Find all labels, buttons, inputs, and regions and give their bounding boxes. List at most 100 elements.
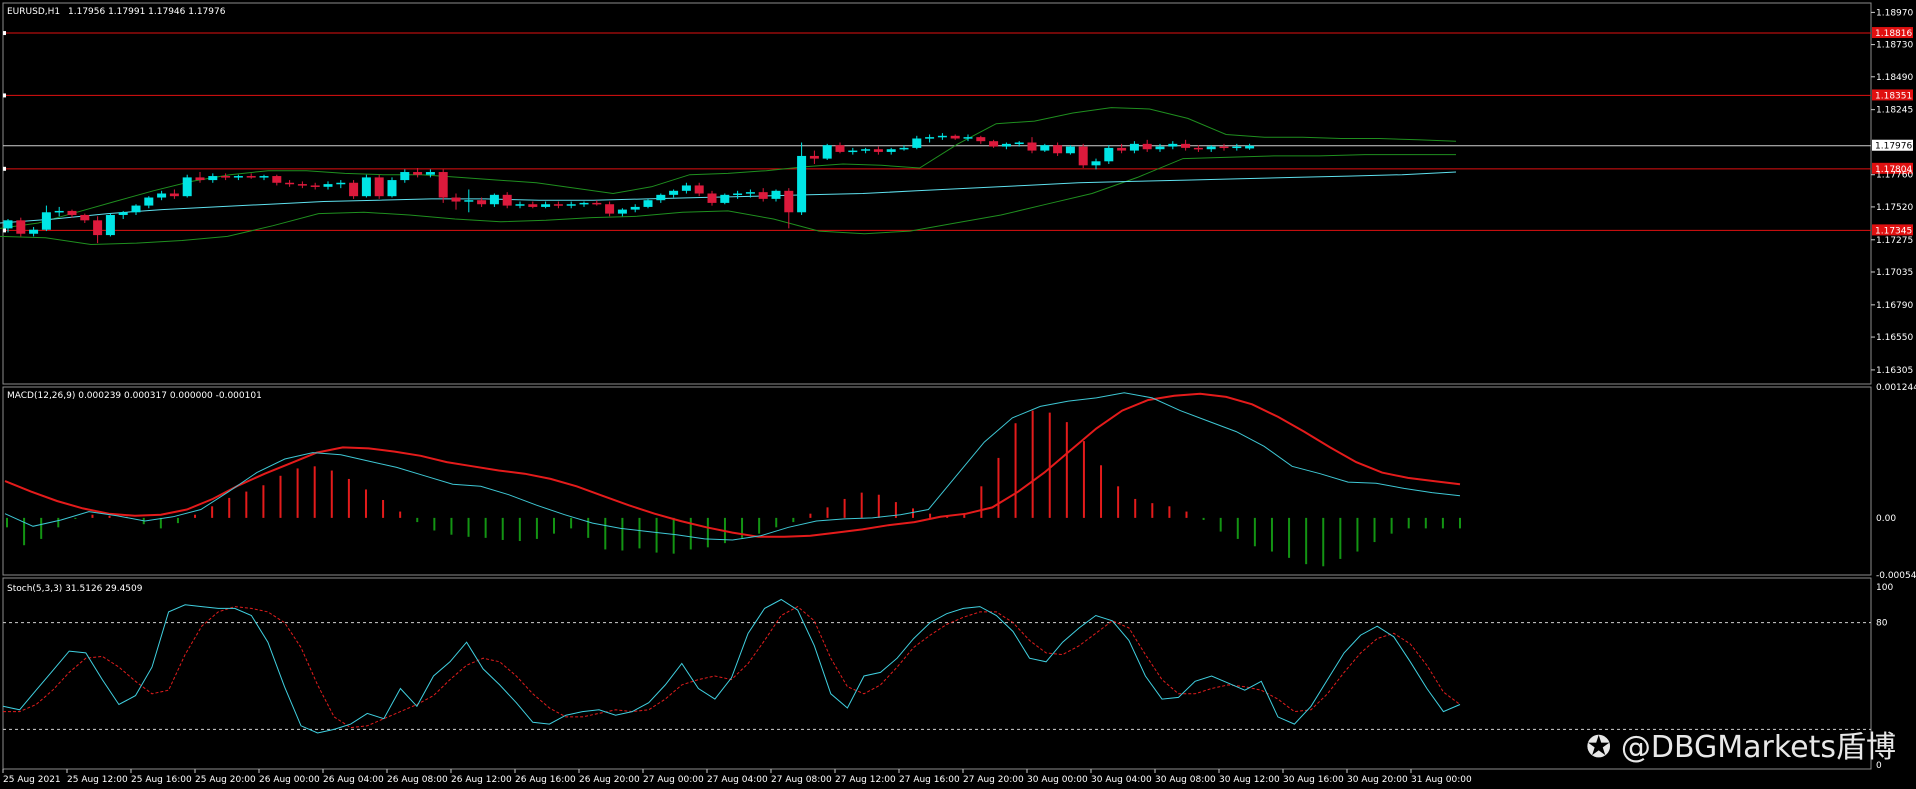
upper-band-line: [0, 107, 1457, 229]
macd-signal-line: [4, 392, 1461, 538]
candle-body: [630, 206, 640, 210]
candle-body: [1014, 142, 1024, 145]
candle-body: [592, 202, 602, 205]
trading-chart[interactable]: 1.188161.183511.178041.173451.17976 1.18…: [0, 0, 1916, 789]
level-marker: [3, 93, 6, 98]
candle-body: [617, 209, 627, 214]
candle-body: [925, 137, 935, 139]
price-tick-label: 1.17035: [1876, 268, 1913, 278]
macd-main-line: [4, 392, 1461, 541]
candle-body: [374, 177, 384, 197]
time-tick-label: 27 Aug 08:00: [771, 775, 832, 785]
candle-body: [425, 172, 435, 175]
stoch-tick-label: 80: [1876, 619, 1888, 629]
candle-body: [720, 194, 730, 203]
candle-body: [118, 212, 128, 215]
horizontal-levels: 1.188161.183511.178041.173451.17976: [3, 27, 1913, 236]
price-ohlc: 1.17956 1.17991 1.17946 1.17976: [68, 7, 226, 17]
candle-body: [310, 185, 320, 187]
time-tick-label: 25 Aug 12:00: [67, 775, 128, 785]
candle-body: [93, 220, 103, 236]
candle-body: [1129, 143, 1139, 151]
time-tick-label: 27 Aug 04:00: [707, 775, 768, 785]
macd-tick-label: 0.00: [1876, 514, 1896, 524]
candle-body: [1193, 147, 1203, 150]
price-tick-label: 1.17275: [1876, 236, 1913, 246]
candle-body: [67, 210, 77, 215]
level-marker: [3, 166, 6, 171]
candle-body: [1091, 161, 1101, 166]
candle-body: [80, 214, 90, 221]
watermark-text: @DBGMarkets盾博: [1620, 730, 1896, 765]
candle-body: [1078, 146, 1088, 166]
candle-body: [259, 176, 269, 178]
candle-body: [1155, 146, 1165, 150]
time-tick-label: 27 Aug 00:00: [643, 775, 704, 785]
macd-histogram: [6, 410, 1461, 567]
time-tick-label: 27 Aug 12:00: [835, 775, 896, 785]
candle-body: [745, 192, 755, 194]
level-price-label: 1.18816: [1875, 29, 1912, 39]
candle-body: [3, 220, 13, 229]
candle-body: [886, 149, 896, 152]
candle-body: [528, 204, 538, 207]
candle-body: [221, 176, 231, 178]
candle-body: [784, 190, 794, 213]
level-price-label: 1.18351: [1875, 91, 1912, 101]
price-tick-label: 1.16305: [1876, 366, 1913, 376]
macd-axis: 0.001244 0.00 -0.000543: [1876, 383, 1916, 581]
candle-body: [1206, 146, 1216, 150]
candle-body: [822, 145, 832, 159]
candle-body: [707, 193, 717, 203]
time-tick-label: 26 Aug 12:00: [451, 775, 512, 785]
stoch-title: Stoch(5,3,3) 31.5126 29.4509: [7, 584, 143, 594]
candle-body: [246, 176, 256, 178]
time-tick-label: 26 Aug 04:00: [323, 775, 384, 785]
candle-body: [297, 184, 307, 186]
time-tick-label: 26 Aug 08:00: [387, 775, 448, 785]
candle-body: [733, 193, 743, 195]
watermark: ✪ @DBGMarkets盾博: [1586, 722, 1896, 766]
candle-body: [1117, 147, 1127, 151]
macd-lines: [4, 392, 1461, 541]
candle-body: [1053, 145, 1063, 154]
candle-body: [387, 180, 397, 197]
price-tick-label: 1.18970: [1876, 8, 1913, 18]
time-tick-label: 25 Aug 16:00: [131, 775, 192, 785]
candle-body: [1232, 146, 1242, 149]
candle-body: [464, 200, 474, 202]
candle-body: [502, 194, 512, 206]
price-panel-frame: [2, 2, 1872, 385]
candle-body: [336, 182, 346, 185]
candle-body: [489, 194, 499, 205]
candle-body: [656, 194, 666, 201]
time-tick-label: 31 Aug 00:00: [1411, 775, 1472, 785]
stoch-d-line: [3, 605, 1461, 729]
candle-body: [912, 138, 922, 148]
time-tick-label: 26 Aug 16:00: [515, 775, 576, 785]
candle-body: [1001, 143, 1011, 147]
candle-body: [1245, 145, 1255, 149]
time-tick-label: 30 Aug 12:00: [1219, 775, 1280, 785]
candle-body: [349, 182, 359, 197]
candle-body: [899, 147, 909, 150]
candle-body: [323, 184, 333, 187]
time-tick-label: 30 Aug 08:00: [1155, 775, 1216, 785]
price-axis: 1.18970 1.18730 1.18490 1.18245 1.17760 1.175…: [1871, 8, 1913, 376]
candle-body: [605, 204, 615, 214]
candle-body: [41, 212, 51, 230]
candle-body: [515, 204, 525, 206]
candle-body: [797, 155, 807, 213]
candle-body: [848, 150, 858, 153]
level-marker: [3, 228, 6, 233]
candle-body: [105, 214, 115, 236]
candle-body: [861, 149, 871, 151]
candle-body: [873, 149, 883, 152]
time-tick-label: 30 Aug 16:00: [1283, 775, 1344, 785]
macd-title: MACD(12,26,9) 0.000239 0.000317 0.000000…: [7, 391, 262, 401]
candle-body: [1219, 146, 1229, 149]
candle-body: [361, 177, 371, 197]
candle-body: [413, 172, 423, 175]
time-tick-label: 30 Aug 04:00: [1091, 775, 1152, 785]
candle-body: [1065, 146, 1075, 154]
